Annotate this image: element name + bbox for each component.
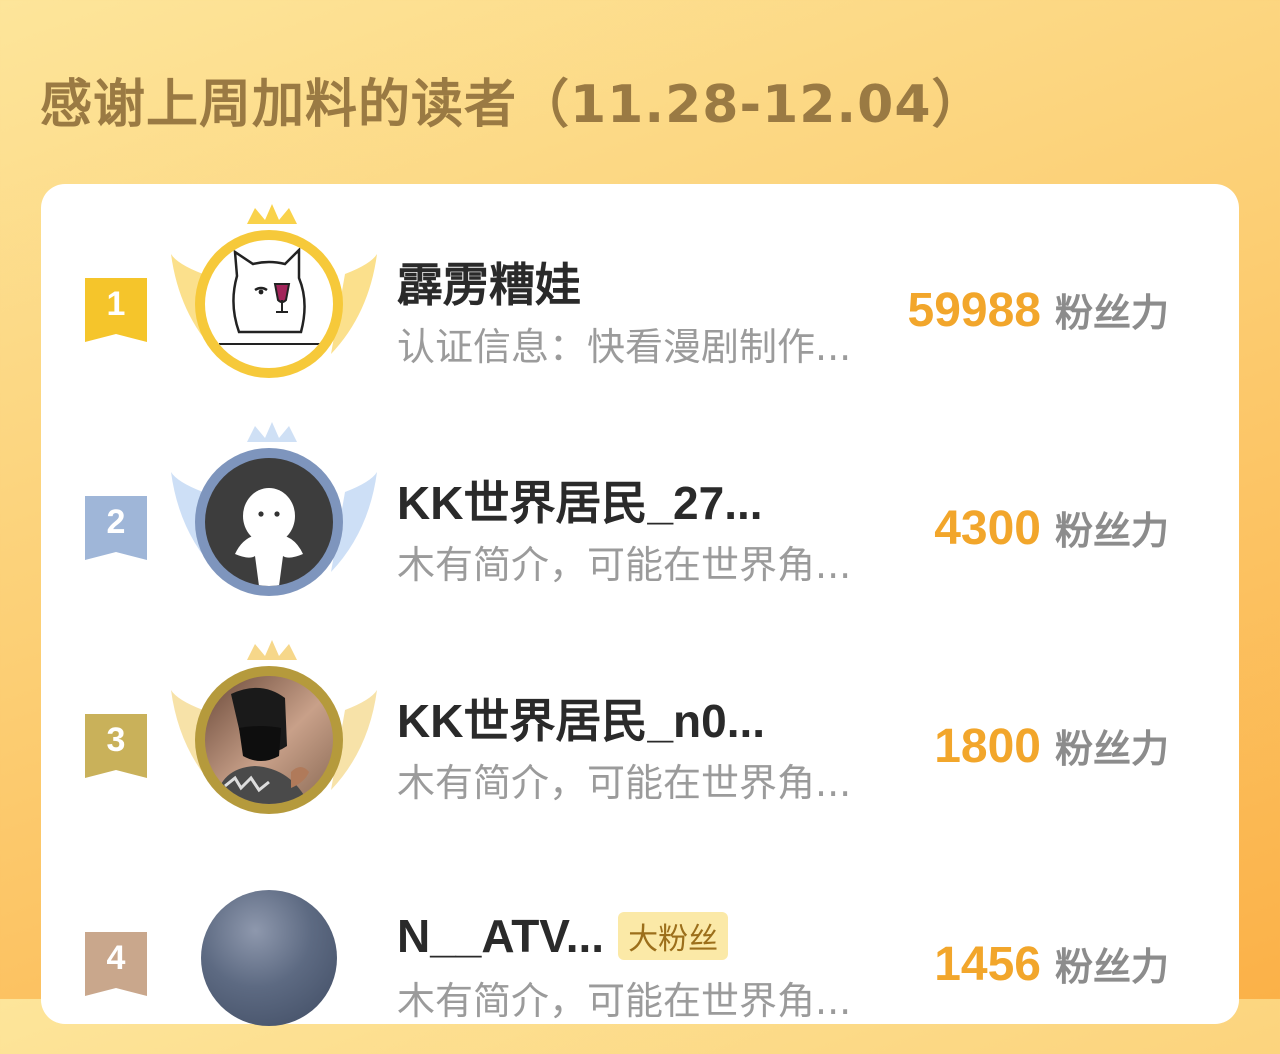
rank-badge-gold: 1	[85, 278, 147, 342]
cat-drinking-wine-icon[interactable]	[201, 236, 337, 372]
reader-row-2[interactable]: 2 KK世界居民_27... 木有简介，可能在世界角... 4300 粉丝力	[41, 418, 1239, 618]
rank-badge-bronze: 3	[85, 714, 147, 778]
reader-row-3[interactable]: 3 KK世界居民_n0... 木有简介，可能在世界角... 1800 粉丝力	[41, 636, 1239, 836]
reader-bio: 木有简介，可能在世界角...	[397, 543, 852, 587]
rank-badge-4: 4	[85, 932, 147, 996]
person-photo-avatar[interactable]	[201, 672, 337, 808]
reader-row-4[interactable]: 4 N__ATV... 大粉丝 木有简介，可能在世界角... 1456 粉丝力	[41, 854, 1239, 1054]
rank-badge-silver: 2	[85, 496, 147, 560]
reader-name[interactable]: KK世界居民_n0...	[397, 685, 765, 751]
avatar-frame-plain	[169, 858, 379, 1048]
reader-name[interactable]: KK世界居民_27...	[397, 467, 763, 533]
reader-score: 59988 粉丝力	[907, 284, 1170, 337]
avatar-frame-bronze	[169, 640, 379, 830]
reader-score: 4300 粉丝力	[934, 502, 1169, 555]
reader-bio: 认证信息：快看漫剧制作...	[397, 325, 852, 369]
clouds-photo-avatar[interactable]	[201, 890, 337, 1026]
ranking-card: 1 霹雳糟娃 认证信息：快看漫剧制作... 59988 粉丝力 2 KK世界居民…	[41, 184, 1239, 1026]
reader-row-1[interactable]: 1 霹雳糟娃 认证信息：快看漫剧制作... 59988 粉丝力	[41, 200, 1239, 400]
reader-name[interactable]: N__ATV...	[397, 909, 604, 963]
reader-score: 1800 粉丝力	[934, 720, 1169, 773]
reader-bio: 木有简介，可能在世界角...	[397, 979, 852, 1023]
reader-score: 1456 粉丝力	[934, 938, 1169, 991]
avatar-frame-gold	[169, 204, 379, 394]
reader-name[interactable]: 霹雳糟娃	[397, 249, 581, 315]
avatar-frame-silver	[169, 422, 379, 612]
default-ghost-avatar-icon[interactable]	[201, 454, 337, 590]
reader-bio: 木有简介，可能在世界角...	[397, 761, 852, 805]
page-title: 感谢上周加料的读者（11.28-12.04）	[40, 75, 985, 135]
big-fan-badge: 大粉丝	[618, 912, 729, 960]
